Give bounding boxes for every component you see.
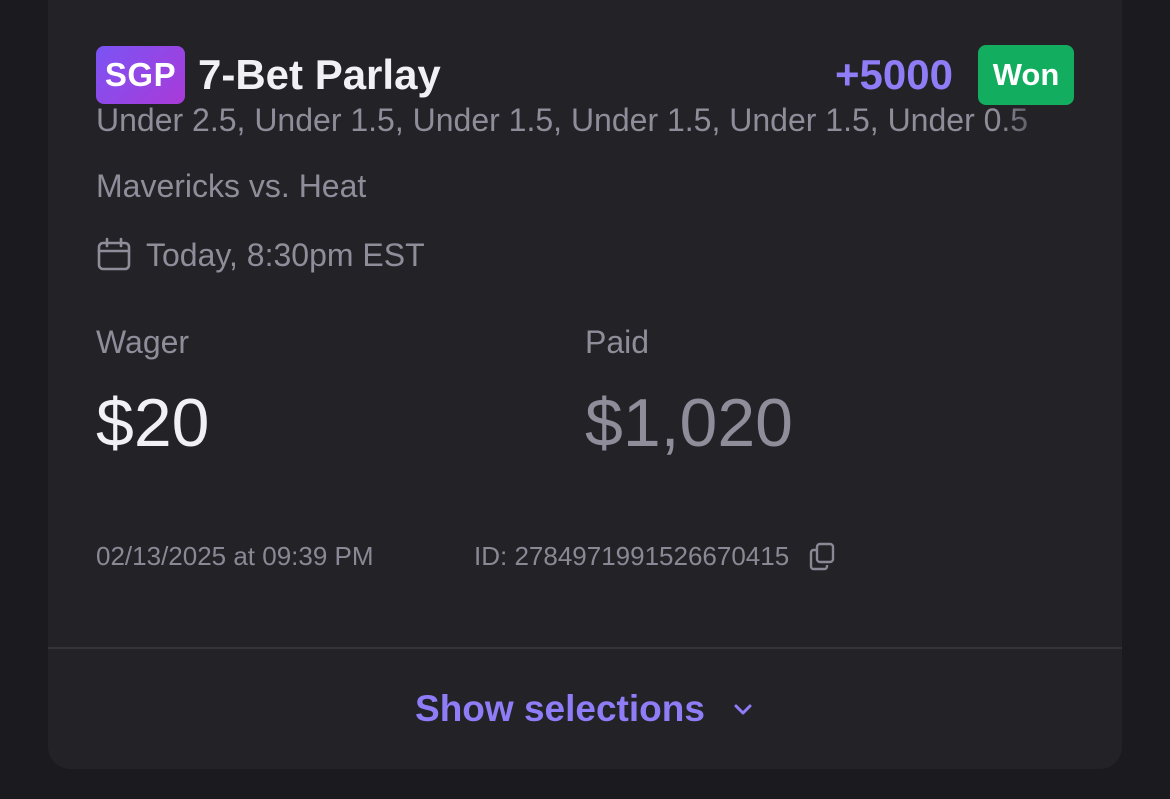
paid-amount: $1,020	[585, 385, 793, 461]
bet-id-text: ID: 2784971991526670415	[474, 540, 790, 571]
wager-label: Wager	[96, 324, 190, 360]
calendar-icon	[96, 237, 132, 273]
wager-amount: $20	[96, 385, 210, 461]
bet-header: SGP 7-Bet Parlay +5000 Won	[96, 44, 1074, 106]
show-selections-label: Show selections	[415, 688, 705, 729]
bet-title: 7-Bet Parlay	[198, 51, 441, 98]
chevron-down-icon	[731, 697, 755, 721]
matchup: Mavericks vs. Heat	[96, 168, 367, 204]
bet-card: SGP 7-Bet Parlay +5000 Won Under 2.5, Un…	[48, 0, 1122, 769]
game-time-text: Today, 8:30pm EST	[146, 236, 425, 273]
placed-timestamp: 02/13/2025 at 09:39 PM	[96, 540, 374, 571]
sgp-badge: SGP	[96, 46, 185, 104]
bet-odds: +5000	[835, 51, 953, 98]
paid-label: Paid	[585, 324, 650, 360]
bet-id: ID: 2784971991526670415	[474, 536, 837, 576]
bet-legs: Under 2.5, Under 1.5, Under 1.5, Under 1…	[96, 102, 1029, 138]
copy-icon[interactable]	[807, 541, 837, 571]
status-badge: Won	[978, 45, 1074, 105]
show-selections-button[interactable]: Show selections	[48, 649, 1122, 769]
game-time: Today, 8:30pm EST	[96, 232, 425, 278]
